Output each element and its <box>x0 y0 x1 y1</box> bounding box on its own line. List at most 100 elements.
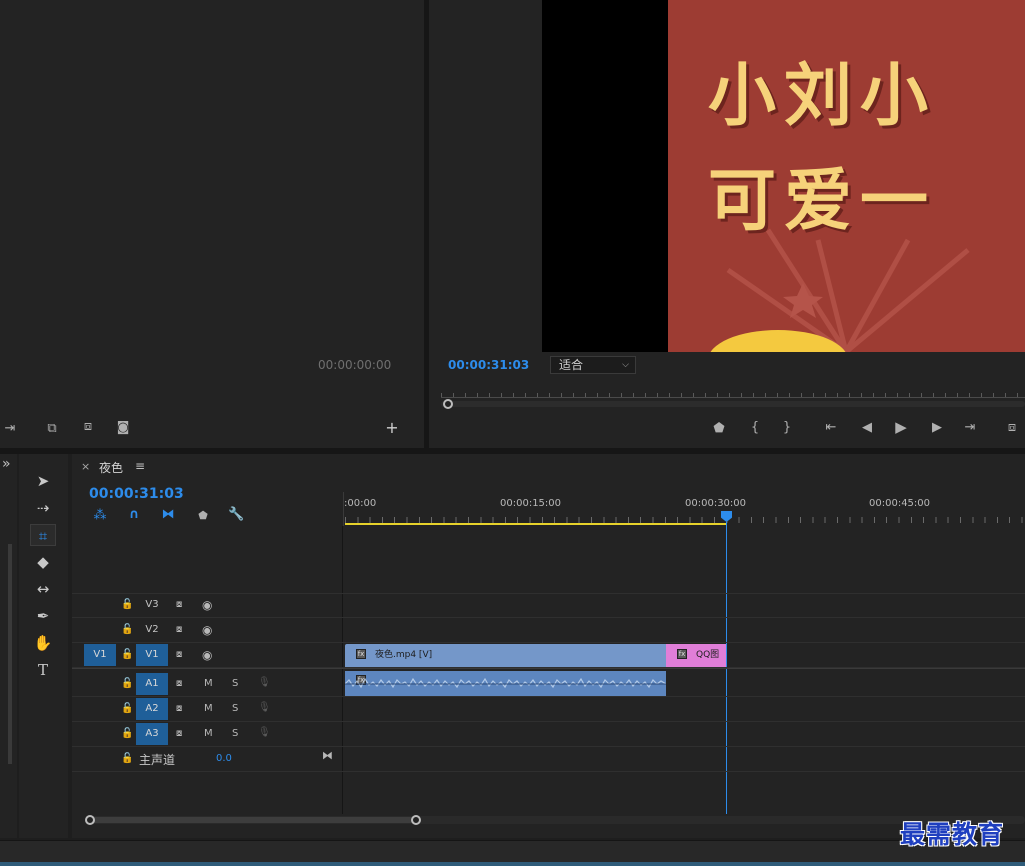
lock-icon[interactable]: 🔓 <box>121 703 133 714</box>
mark-out-icon[interactable]: } <box>779 421 795 435</box>
project-scrollbar[interactable] <box>8 544 12 764</box>
marker-icon[interactable]: ⬟ <box>711 422 727 436</box>
pen-tool-icon[interactable]: ✒ <box>30 605 56 627</box>
zoom-select-value: 适合 <box>559 358 584 372</box>
eye-icon[interactable]: ◉ <box>202 648 212 662</box>
work-area-bar[interactable] <box>345 523 726 525</box>
eye-icon[interactable]: ◉ <box>202 598 212 612</box>
sync-lock-icon[interactable]: ⧇ <box>176 599 182 610</box>
mark-in-icon[interactable]: { <box>747 421 763 435</box>
nest-icon[interactable]: ⁂ <box>92 509 108 523</box>
solo-button[interactable]: S <box>232 728 238 739</box>
razor-tool-icon[interactable]: ◆ <box>30 551 56 573</box>
solo-button[interactable]: S <box>232 678 238 689</box>
zoom-select[interactable]: 适合 ⌵ <box>550 356 636 374</box>
program-preview[interactable]: 小刘小 可爱一 <box>542 0 1025 352</box>
ripple-edit-tool-icon[interactable]: ⌗ <box>30 524 56 546</box>
audio-clip-a1[interactable]: fx <box>345 671 666 696</box>
chevron-down-icon: ⌵ <box>622 360 629 370</box>
solo-button[interactable]: S <box>232 703 238 714</box>
step-forward-icon[interactable]: ▶ <box>928 421 946 435</box>
master-track-label: 主声道 <box>139 753 176 767</box>
mute-button[interactable]: M <box>204 678 213 689</box>
ruler-label-0: :00:00 <box>344 498 377 509</box>
master-volume-value[interactable]: 0.0 <box>216 753 232 764</box>
fx-badge-icon: fx <box>356 649 366 659</box>
type-tool-icon[interactable]: T <box>30 659 56 681</box>
track-target-v1[interactable]: V1 <box>136 644 168 666</box>
track-target-v2[interactable]: V2 <box>136 619 168 641</box>
add-marker-icon[interactable]: ⬟ <box>196 509 210 523</box>
ruler-label-30: 00:00:30:00 <box>685 498 747 509</box>
mute-button[interactable]: M <box>204 728 213 739</box>
lock-icon[interactable]: 🔓 <box>121 599 133 610</box>
close-tab-icon[interactable]: × <box>81 460 90 473</box>
lift-icon[interactable]: ⧈ <box>1003 421 1021 435</box>
track-select-tool-icon[interactable]: ⇢ <box>30 497 56 519</box>
snap-magnet-icon[interactable]: ∩ <box>126 508 142 522</box>
ruler-label-15: 00:00:15:00 <box>500 498 562 509</box>
track-row-a3 <box>72 722 1025 747</box>
track-row-a2 <box>72 697 1025 722</box>
step-in-icon[interactable]: ⇥ <box>0 422 20 436</box>
lock-icon[interactable]: 🔓 <box>121 649 133 660</box>
lock-icon[interactable]: 🔓 <box>121 753 133 764</box>
panel-expand-chevron[interactable]: » <box>2 456 11 472</box>
preview-text-line1: 小刘小 <box>708 57 937 136</box>
hand-tool-icon[interactable]: ✋ <box>30 632 56 654</box>
source-timecode[interactable]: 00:00:00:00 <box>318 358 391 372</box>
program-ruler[interactable] <box>441 384 1025 398</box>
selection-tool-icon[interactable]: ➤ <box>30 470 56 492</box>
scroll-handle-left[interactable] <box>85 815 95 825</box>
sync-lock-icon[interactable]: ⧇ <box>176 678 182 689</box>
lock-icon[interactable]: 🔓 <box>121 728 133 739</box>
preview-image: 小刘小 可爱一 <box>668 0 1025 352</box>
microphone-icon[interactable]: 🎙 <box>258 702 271 713</box>
microphone-icon[interactable]: 🎙 <box>258 727 271 738</box>
bottom-accent-line <box>0 862 1025 866</box>
step-back-icon[interactable]: ◀ <box>858 421 876 435</box>
insert-icon[interactable]: ⧉ <box>42 422 62 436</box>
mute-button[interactable]: M <box>204 703 213 714</box>
sync-lock-icon[interactable]: ⧇ <box>176 624 182 635</box>
program-scrollbar[interactable] <box>441 401 1025 407</box>
timeline-tab-title[interactable]: 夜色 <box>99 459 123 476</box>
track-target-a1[interactable]: A1 <box>136 673 168 695</box>
track-row-v2 <box>72 618 1025 643</box>
camera-icon[interactable]: ◙ <box>114 421 132 435</box>
fx-badge-icon: fx <box>677 649 687 659</box>
eye-icon[interactable]: ◉ <box>202 623 212 637</box>
play-icon[interactable]: ▶ <box>892 420 910 435</box>
lock-icon[interactable]: 🔓 <box>121 678 133 689</box>
add-button-icon[interactable]: + <box>384 420 400 436</box>
go-to-out-icon[interactable]: ⇥ <box>961 421 979 435</box>
microphone-icon[interactable]: 🎙 <box>258 677 271 688</box>
go-to-in-icon[interactable]: ⇤ <box>822 421 840 435</box>
video-clip-yese[interactable]: fx 夜色.mp4 [V] <box>345 644 666 667</box>
video-clip-label: 夜色.mp4 [V] <box>375 650 433 660</box>
sync-lock-icon[interactable]: ⧇ <box>176 728 182 739</box>
track-target-a2[interactable]: A2 <box>136 698 168 720</box>
tab-menu-icon[interactable]: ≡ <box>135 459 145 473</box>
overwrite-icon[interactable]: ⧈ <box>78 420 98 434</box>
playhead-handle[interactable] <box>443 399 453 409</box>
settings-wrench-icon[interactable]: 🔧 <box>228 508 244 522</box>
go-to-in-out-icon[interactable]: ⧓ <box>322 749 333 762</box>
video-clip-qq[interactable]: fx QQ图 <box>666 644 726 667</box>
sync-lock-icon[interactable]: ⧇ <box>176 649 182 660</box>
audio-waveform-graphic <box>345 677 666 689</box>
scroll-handle-right[interactable] <box>411 815 421 825</box>
linked-selection-icon[interactable]: ⧓ <box>160 508 176 522</box>
slip-tool-icon[interactable]: ↔ <box>30 578 56 600</box>
track-target-a3[interactable]: A3 <box>136 723 168 745</box>
source-monitor-panel: 00:00:00:00 ⇥ ⧉ ⧈ ◙ + <box>0 0 424 448</box>
timeline-scroll-thumb[interactable] <box>90 817 416 823</box>
program-monitor-panel: 小刘小 可爱一 00:00:31:03 适合 ⌵ ⬟ { } ⇤ ◀ ▶ ▶ ⇥… <box>429 0 1025 448</box>
source-patch-v1[interactable]: V1 <box>84 644 116 666</box>
sync-lock-icon[interactable]: ⧇ <box>176 703 182 714</box>
lock-icon[interactable]: 🔓 <box>121 624 133 635</box>
track-target-v3[interactable]: V3 <box>136 594 168 616</box>
timeline-timecode[interactable]: 00:00:31:03 <box>89 486 184 502</box>
program-timecode[interactable]: 00:00:31:03 <box>448 358 529 372</box>
preview-text-line2: 可爱一 <box>708 162 937 241</box>
